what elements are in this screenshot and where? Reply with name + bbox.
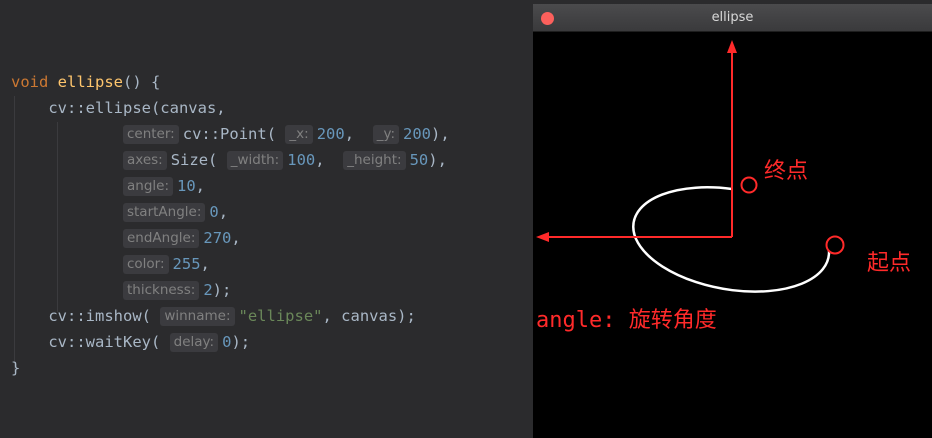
code-line[interactable]: thickness: 2);	[11, 277, 231, 303]
code-line[interactable]: center: cv::Point( _x: 200, _y: 200),	[11, 121, 450, 147]
code-line[interactable]: cv::ellipse(canvas,	[11, 95, 226, 121]
code-token: ,	[231, 229, 241, 247]
start-point-label: 起点	[867, 251, 911, 276]
code-token: ,	[218, 203, 229, 221]
parameter-hint: delay:	[169, 333, 219, 352]
code-token: 255	[172, 255, 201, 273]
angle-label: angle: 旋转角度	[536, 308, 717, 333]
parameter-hint: _y:	[372, 125, 399, 144]
code-token: 2	[203, 281, 213, 299]
parameter-hint: _height:	[343, 151, 406, 170]
parameter-hint: angle:	[122, 177, 173, 196]
code-token: ),	[428, 151, 447, 169]
code-token: "ellipse"	[238, 307, 323, 325]
code-token: cv::waitKey(	[11, 333, 170, 351]
code-token: );	[231, 333, 251, 351]
code-token: Size(	[170, 151, 227, 169]
vertical-axis-arrow	[727, 40, 737, 237]
code-token: 100	[287, 151, 316, 169]
code-token: 200	[403, 125, 431, 143]
parameter-hint: winname:	[160, 307, 235, 326]
window-title: ellipse	[711, 10, 754, 25]
code-editor[interactable]: void ellipse() { cv::ellipse(canvas, cen…	[0, 0, 532, 438]
parameter-hint: thickness:	[122, 281, 200, 300]
parameter-hint: _width:	[226, 151, 284, 170]
parameter-hint: startAngle:	[122, 203, 206, 222]
code-line[interactable]: startAngle: 0,	[11, 199, 228, 225]
code-token: }	[11, 359, 21, 377]
code-token: ,	[195, 177, 206, 195]
code-line[interactable]: axes: Size( _width: 100, _height: 50),	[11, 147, 447, 173]
code-token: 270	[203, 229, 232, 247]
end-point-marker	[740, 176, 758, 194]
code-token: ),	[431, 125, 450, 143]
code-token: ellipse	[57, 73, 123, 91]
code-token: cv::imshow(	[11, 307, 161, 325]
code-line[interactable]: void ellipse() {	[11, 69, 160, 95]
code-token: 200	[316, 125, 345, 143]
code-token: 50	[409, 151, 429, 169]
code-line[interactable]: angle: 10,	[11, 173, 205, 199]
parameter-hint: color:	[122, 255, 169, 274]
code-token: cv::Point(	[182, 125, 286, 143]
code-token: cv::ellipse(canvas,	[11, 99, 226, 117]
code-token: ,	[200, 255, 210, 273]
parameter-hint: axes:	[122, 151, 167, 170]
parameter-hint: _x:	[285, 125, 313, 144]
code-token: );	[212, 281, 232, 299]
code-token: 0	[209, 203, 219, 221]
start-point-marker	[825, 235, 845, 255]
code-line[interactable]: endAngle: 270,	[11, 225, 241, 251]
code-token: () {	[123, 73, 161, 91]
code-token: , canvas);	[322, 307, 416, 325]
code-token: 10	[177, 177, 196, 195]
code-line[interactable]: }	[11, 355, 20, 381]
code-token: void	[11, 73, 58, 91]
end-point-label: 终点	[764, 159, 808, 184]
canvas: 终点 起点 angle: 旋转角度	[536, 40, 911, 333]
parameter-hint: center:	[122, 125, 179, 144]
ellipse-window[interactable]: ellipse 终点 起点 angle: 旋转角度	[533, 4, 932, 438]
window-titlebar[interactable]: ellipse	[533, 4, 932, 32]
code-token: ,	[315, 151, 344, 169]
parameter-hint: endAngle:	[122, 229, 200, 248]
code-token: ,	[344, 125, 373, 143]
code-line[interactable]: cv::imshow( winname: "ellipse", canvas);	[11, 303, 416, 329]
code-line[interactable]: color: 255,	[11, 251, 210, 277]
code-line[interactable]: cv::waitKey( delay: 0);	[11, 329, 250, 355]
